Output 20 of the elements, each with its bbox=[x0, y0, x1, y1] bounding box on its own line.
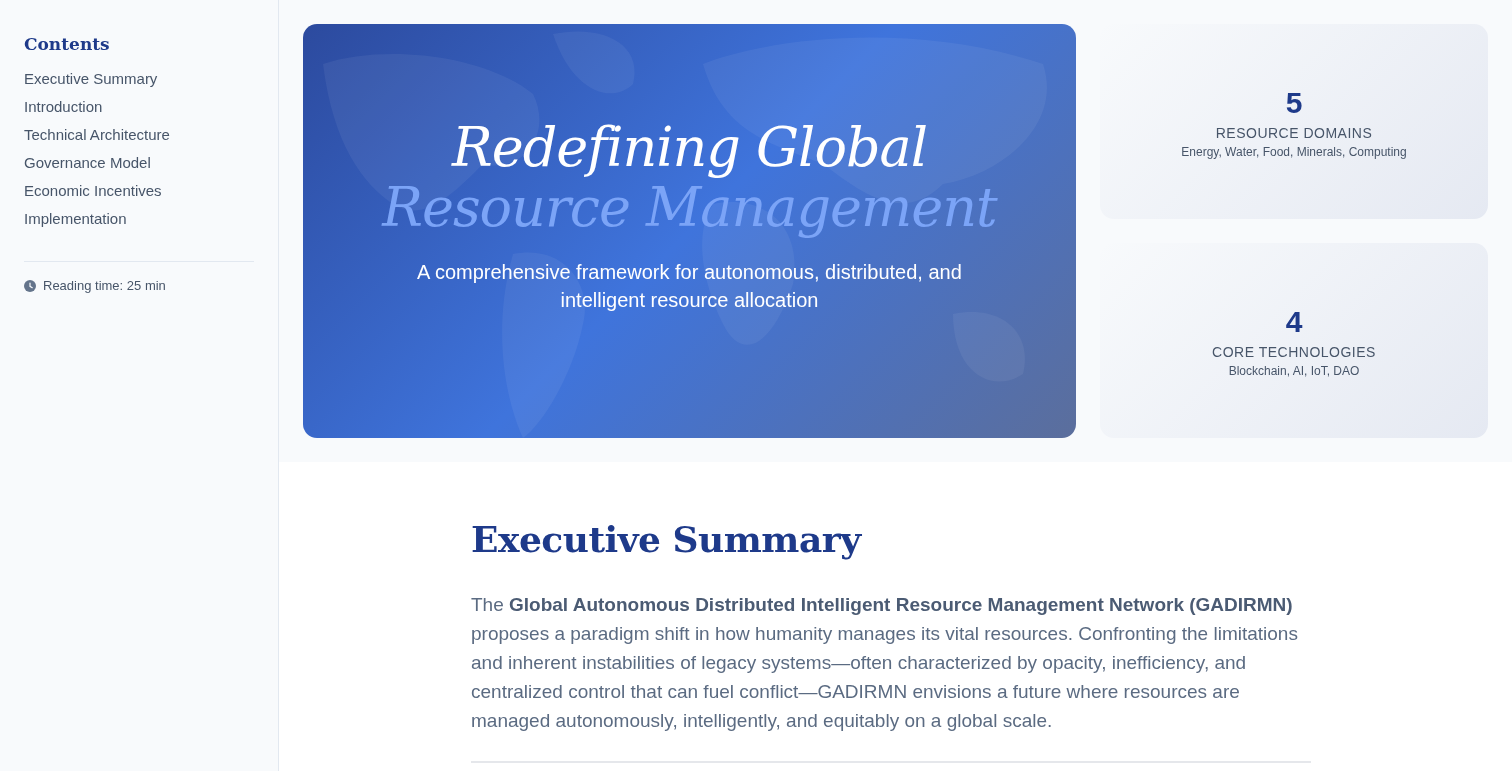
contents-title: Contents bbox=[24, 34, 111, 54]
toc-link[interactable]: Economic Incentives bbox=[24, 180, 162, 201]
stat-label: RESOURCE DOMAINS bbox=[1215, 124, 1373, 141]
toc-link[interactable]: Introduction bbox=[24, 96, 103, 117]
summary-paragraph: The Global Autonomous Distributed Intelligent Resource Management Network (GADIRMN) proposes a paradigm shift in how humanity manages its vital resources. Confronting the limitations and inherent instabilities of legacy systems—often characterized by opacity, inefficiency, and centralized control that can fuel conflict—GADIRMN envisions a future where resources are managed autonomously, intelligently, and equitably on a global scale. bbox=[471, 593, 1299, 733]
clock-icon bbox=[24, 279, 36, 292]
toc-link[interactable]: Governance Model bbox=[24, 152, 151, 173]
stat-value: 5 bbox=[1285, 84, 1303, 121]
toc-link[interactable]: Executive Summary bbox=[24, 68, 158, 89]
toc-link[interactable]: Implementation bbox=[24, 208, 127, 229]
section-heading: Executive Summary bbox=[471, 518, 863, 560]
reading-time: Reading time: 25 min bbox=[43, 278, 166, 293]
hero-subtitle: A comprehensive framework for autonomous, distributed, and intelligent resource allocation bbox=[416, 260, 963, 313]
hero-title-accent: Resource Management bbox=[382, 178, 997, 238]
stat-detail: Blockchain, AI, IoT, DAO bbox=[1228, 363, 1360, 378]
stat-value: 4 bbox=[1285, 303, 1303, 340]
stat-detail: Energy, Water, Food, Minerals, Computing bbox=[1181, 144, 1407, 159]
toc-link[interactable]: Technical Architecture bbox=[24, 124, 170, 145]
hero-title: Redefining Global bbox=[450, 118, 928, 178]
stat-label: CORE TECHNOLOGIES bbox=[1212, 343, 1376, 360]
